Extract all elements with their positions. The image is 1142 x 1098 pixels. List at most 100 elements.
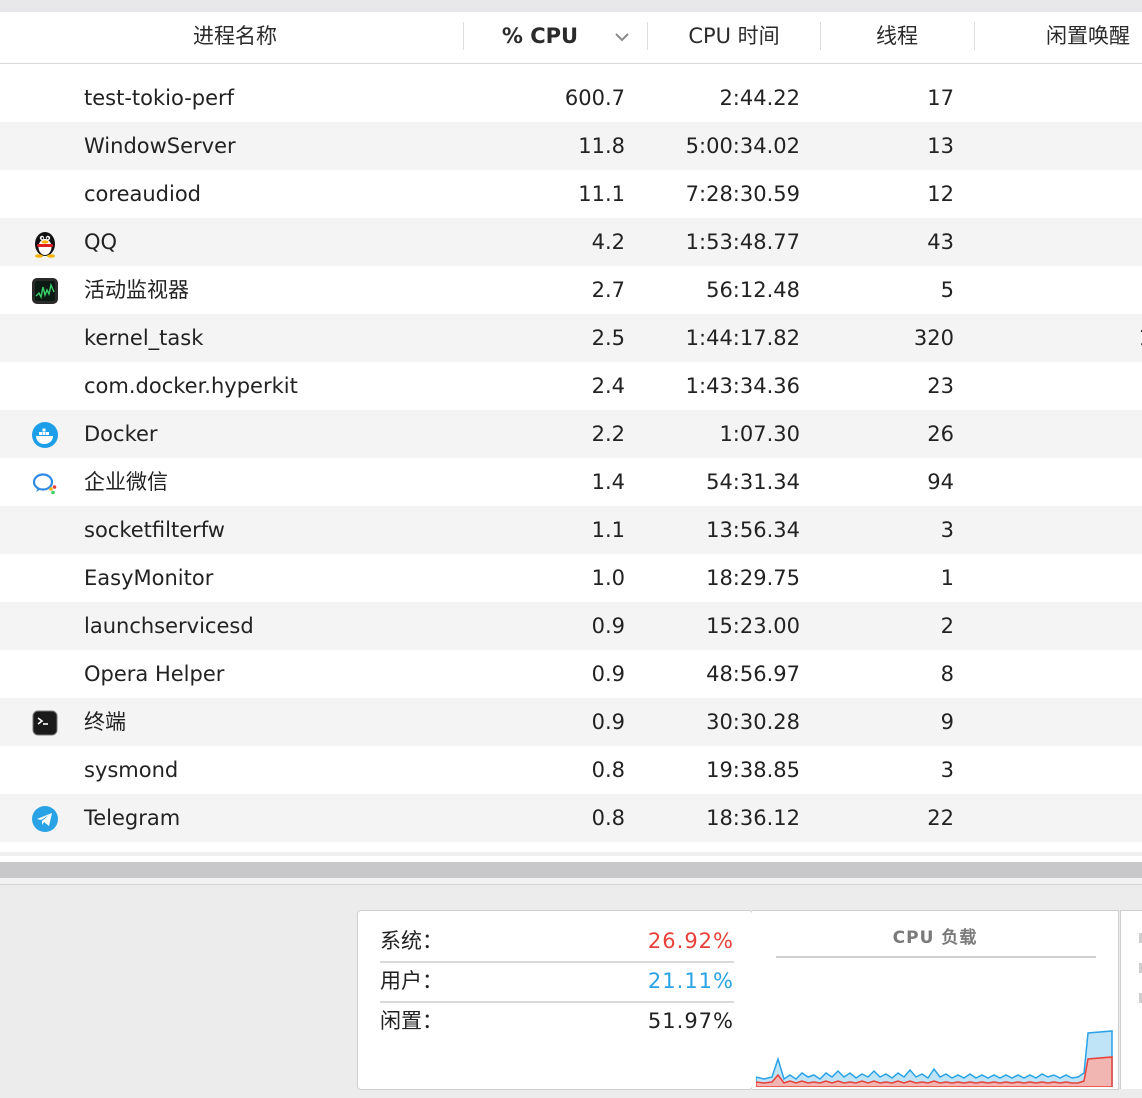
process-threads: 13 (927, 134, 954, 158)
process-name: test-tokio-perf (84, 86, 235, 110)
process-cpu-time: 56:12.48 (706, 278, 800, 302)
process-threads: 3 (940, 758, 954, 782)
table-row[interactable]: 企业微信 1.4 54:31.34 94 (0, 458, 1142, 506)
docker-whale-icon (30, 420, 60, 450)
process-name: EasyMonitor (84, 566, 214, 590)
process-threads: 320 (913, 326, 954, 350)
process-threads: 23 (927, 374, 954, 398)
table-row[interactable]: 终端 0.9 30:30.28 9 (0, 698, 1142, 746)
stat-system-value: 26.92% (647, 929, 734, 953)
process-name: sysmond (84, 758, 179, 782)
table-header: 进程名称 % CPU CPU 时间 线程 闲置唤醒 (0, 12, 1142, 64)
process-cpu-time: 1:43:34.36 (685, 374, 800, 398)
cpu-stats-box: 系统： 26.92% 用户： 21.11% 闲置： 51.97% (357, 910, 753, 1090)
table-row[interactable]: launchservicesd 0.9 15:23.00 2 (0, 602, 1142, 650)
table-row[interactable]: sysmond 0.8 19:38.85 3 (0, 746, 1142, 794)
process-threads: 8 (940, 662, 954, 686)
process-cpu-time: 15:23.00 (706, 614, 800, 638)
table-bottom-edge (0, 852, 1142, 856)
table-row[interactable]: EasyMonitor 1.0 18:29.75 1 (0, 554, 1142, 602)
column-header-threads[interactable]: 线程 (822, 12, 972, 63)
user-load-area (756, 1030, 1113, 1087)
process-threads: 43 (927, 230, 954, 254)
column-divider[interactable] (820, 22, 821, 50)
process-cpu-time: 7:28:30.59 (685, 182, 800, 206)
column-header-cpu-time[interactable]: CPU 时间 (650, 12, 818, 63)
column-divider[interactable] (463, 22, 464, 50)
process-cpu: 0.9 (591, 710, 625, 734)
column-divider[interactable] (647, 22, 648, 50)
stat-idle-label: 闲置： (380, 1009, 443, 1033)
process-name: coreaudiod (84, 182, 202, 206)
terminal-icon (30, 708, 60, 738)
process-threads: 2 (940, 614, 954, 638)
table-row[interactable]: socketfilterfw 1.1 13:56.34 3 (0, 506, 1142, 554)
table-row[interactable]: test-tokio-perf 600.7 2:44.22 17 (0, 74, 1142, 122)
stat-user-value: 21.11% (647, 969, 734, 993)
chevron-down-icon[interactable] (614, 30, 630, 44)
table-row[interactable]: kernel_task 2.5 1:44:17.82 320 1 (0, 314, 1142, 362)
process-cpu: 1.1 (591, 518, 625, 542)
process-cpu: 1.0 (591, 566, 625, 590)
process-name: Docker (84, 422, 158, 446)
process-threads: 26 (927, 422, 954, 446)
split-view-divider[interactable] (0, 862, 1142, 878)
process-cpu: 0.9 (591, 662, 625, 686)
column-header-cpu[interactable]: % CPU (470, 12, 610, 63)
table-row[interactable]: 活动监视器 2.7 56:12.48 5 (0, 266, 1142, 314)
stat-idle-value: 51.97% (647, 1009, 734, 1033)
table-row[interactable]: Docker 2.2 1:07.30 26 (0, 410, 1142, 458)
table-row[interactable]: com.docker.hyperkit 2.4 1:43:34.36 23 (0, 362, 1142, 410)
process-cpu-time: 18:36.12 (706, 806, 800, 830)
process-cpu-time: 48:56.97 (706, 662, 800, 686)
process-cpu-time: 19:38.85 (706, 758, 800, 782)
process-cpu: 2.2 (591, 422, 625, 446)
process-threads: 1 (940, 566, 954, 590)
wecom-icon (30, 468, 60, 498)
process-cpu-time: 2:44.22 (719, 86, 800, 110)
column-header-idle-wakeups[interactable]: 闲置唤醒 (1046, 12, 1142, 63)
process-cpu: 2.4 (591, 374, 625, 398)
table-row[interactable]: Telegram 0.8 18:36.12 22 (0, 794, 1142, 842)
process-name: Opera Helper (84, 662, 225, 686)
column-header-name[interactable]: 进程名称 (0, 12, 470, 63)
process-cpu: 1.4 (591, 470, 625, 494)
cpu-load-graph (756, 1030, 1113, 1087)
process-cpu-time: 30:30.28 (706, 710, 800, 734)
process-threads: 9 (940, 710, 954, 734)
process-cpu: 2.5 (591, 326, 625, 350)
process-name: com.docker.hyperkit (84, 374, 298, 398)
process-name: 企业微信 (84, 470, 168, 494)
stat-user-label: 用户： (380, 969, 443, 993)
table-row[interactable]: WindowServer 11.8 5:00:34.02 13 (0, 122, 1142, 170)
table-row[interactable]: coreaudiod 11.1 7:28:30.59 12 (0, 170, 1142, 218)
process-name: Telegram (84, 806, 181, 830)
process-idle-wakeups: 1 (1139, 314, 1142, 362)
process-cpu-time: 54:31.34 (706, 470, 800, 494)
stat-idle: 闲置： 51.97% (380, 1001, 734, 1041)
process-cpu: 0.9 (591, 614, 625, 638)
process-name: socketfilterfw (84, 518, 225, 542)
process-cpu: 2.7 (591, 278, 625, 302)
split-view-edge (0, 878, 1142, 885)
cpu-load-title: CPU 负载 (892, 928, 978, 948)
process-cpu-time: 1:53:48.77 (685, 230, 800, 254)
activity-monitor-icon (30, 276, 60, 306)
qq-penguin-icon (30, 228, 60, 258)
table-row[interactable]: QQ 4.2 1:53:48.77 43 (0, 218, 1142, 266)
process-cpu-time: 18:29.75 (706, 566, 800, 590)
process-cpu-time: 13:56.34 (706, 518, 800, 542)
column-divider[interactable] (974, 22, 975, 50)
process-threads: 5 (940, 278, 954, 302)
process-cpu: 11.8 (578, 134, 625, 158)
threads-stats-box (1120, 910, 1142, 1089)
process-cpu-time: 5:00:34.02 (685, 134, 800, 158)
window-top-strip (0, 0, 1142, 12)
process-cpu: 0.8 (591, 758, 625, 782)
process-name: WindowServer (84, 134, 236, 158)
process-cpu-time: 1:07.30 (719, 422, 800, 446)
telegram-icon (30, 804, 60, 834)
table-row[interactable]: Opera Helper 0.9 48:56.97 8 (0, 650, 1142, 698)
stat-system-label: 系统： (380, 929, 443, 953)
process-cpu: 600.7 (564, 86, 625, 110)
